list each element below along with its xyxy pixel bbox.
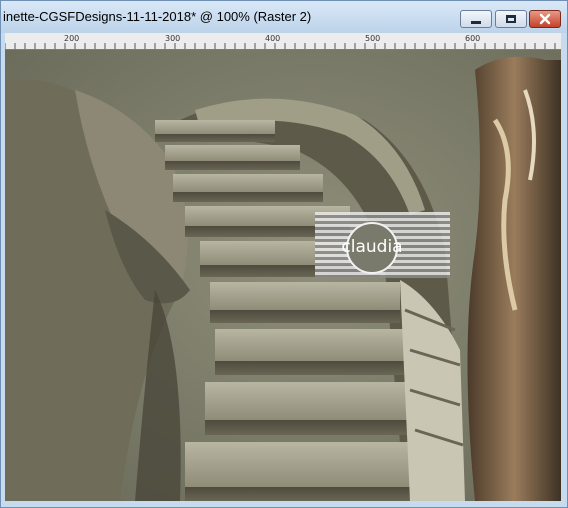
ruler-label-400: 400 [265, 34, 281, 43]
minimize-icon [471, 20, 481, 24]
close-icon [539, 13, 551, 25]
close-button[interactable] [529, 10, 561, 28]
claudia-watermark: claudia [315, 212, 450, 278]
ruler-label-600: 600 [465, 34, 481, 43]
horizontal-ruler[interactable]: 200 300 400 500 600 [5, 33, 561, 50]
window-title: inette-CGSFDesigns-11-11-2018* @ 100% (R… [3, 9, 312, 24]
maximize-button[interactable] [495, 10, 527, 28]
ruler-label-500: 500 [365, 34, 381, 43]
ruler-label-300: 300 [165, 34, 181, 43]
maximize-icon [506, 15, 516, 23]
stone-staircase-artwork: claudia [5, 50, 561, 501]
ruler-label-200: 200 [64, 34, 80, 43]
minimize-button[interactable] [460, 10, 492, 28]
watermark-text: claudia [341, 237, 402, 257]
image-window: inette-CGSFDesigns-11-11-2018* @ 100% (R… [0, 0, 568, 508]
image-canvas[interactable]: claudia [5, 50, 561, 501]
title-bar[interactable]: inette-CGSFDesigns-11-11-2018* @ 100% (R… [1, 1, 567, 33]
